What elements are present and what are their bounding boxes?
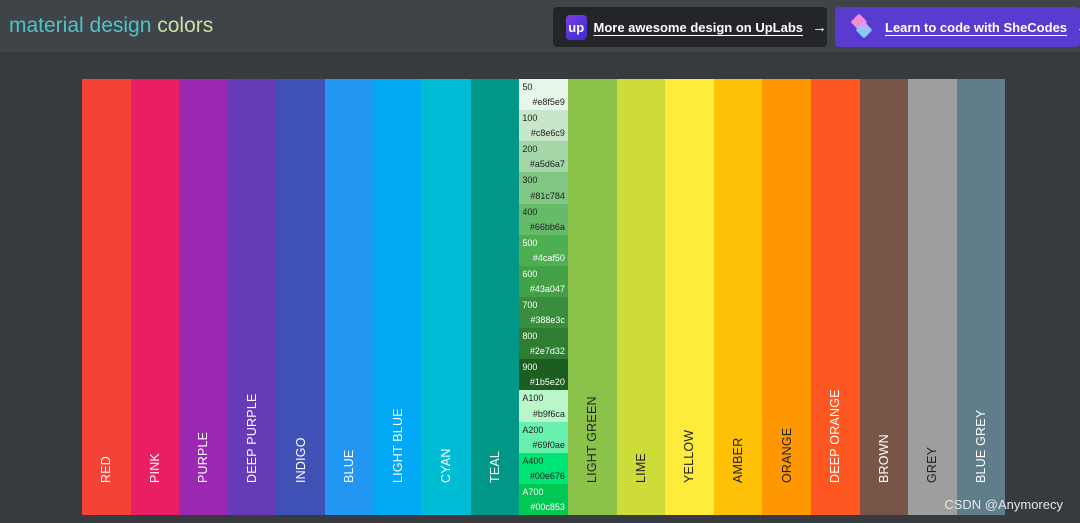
shade-hex: #b9f6ca (532, 408, 565, 419)
shade-swatch[interactable]: A700 #00c853 (519, 483, 568, 515)
top-bar: material design colors up More awesome d… (0, 0, 1080, 52)
arrow-right-icon: → (1076, 19, 1080, 36)
shade-swatch[interactable]: 400 #66bb6a (519, 203, 568, 235)
color-column-blue-grey[interactable]: BLUE GREY (956, 79, 1006, 515)
color-column-teal[interactable]: TEAL (470, 79, 520, 515)
shade-swatch[interactable]: 900 #1b5e20 (519, 359, 568, 391)
color-column-lime[interactable]: LIME (616, 79, 666, 515)
arrow-right-icon: → (812, 18, 827, 36)
color-column-yellow[interactable]: YELLOW (665, 79, 714, 515)
color-column-deep-orange[interactable]: DEEP ORANGE (810, 79, 860, 515)
shade-hex: #66bb6a (529, 221, 565, 232)
color-column-light-blue[interactable]: LIGHT BLUE (373, 79, 423, 515)
shade-hex: #43a047 (529, 283, 565, 294)
color-column-label: RED (99, 456, 114, 483)
title-part-colors: colors (157, 14, 214, 37)
shade-swatch[interactable]: A100 #b9f6ca (519, 390, 568, 422)
color-column-red[interactable]: RED (82, 79, 131, 515)
watermark: CSDN @Anymorecy (944, 497, 1063, 512)
color-column-brown[interactable]: BROWN (859, 79, 909, 515)
color-column-orange[interactable]: ORANGE (762, 79, 811, 515)
title-part-material-design: material design (9, 14, 152, 37)
shade-hex: #388e3c (530, 315, 565, 326)
shade-swatch[interactable]: 200 #a5d6a7 (519, 141, 568, 173)
shade-swatch[interactable]: 600 #43a047 (519, 265, 568, 297)
shade-name: 700 (522, 299, 538, 310)
shade-swatch[interactable]: 500 #4caf50 (519, 234, 568, 266)
uplabs-button-label: More awesome design on UpLabs (593, 19, 804, 35)
shade-hex: #e8f5e9 (532, 97, 565, 108)
shade-name: 900 (522, 362, 538, 373)
color-column-light-green[interactable]: LIGHT GREEN (567, 79, 617, 515)
color-column-indigo[interactable]: INDIGO (276, 79, 325, 515)
color-column-label: BLUE GREY (973, 409, 988, 483)
shecodes-logo-icon (849, 14, 875, 40)
color-palette: RED PINK PURPLE DEEP PURPLE INDIGO BLUE LIGHT … (82, 79, 1006, 515)
color-column-purple[interactable]: PURPLE (179, 79, 228, 515)
shade-name: A400 (522, 455, 544, 466)
shade-name: 300 (522, 175, 538, 186)
shade-name: 200 (522, 144, 538, 155)
color-column-pink[interactable]: PINK (130, 79, 180, 515)
shade-hex: #4caf50 (532, 252, 565, 263)
color-column-label: ORANGE (779, 427, 794, 483)
color-column-label: DEEP ORANGE (828, 389, 843, 483)
color-column-label: YELLOW (682, 429, 697, 483)
shade-swatch[interactable]: 800 #2e7d32 (519, 328, 568, 360)
color-column-label: BROWN (876, 434, 891, 483)
color-column-label: AMBER (731, 437, 746, 483)
shade-swatch[interactable]: 100 #c8e6c9 (519, 110, 568, 142)
color-column-amber[interactable]: AMBER (713, 79, 763, 515)
shade-name: 600 (522, 268, 538, 279)
shade-name: 800 (522, 331, 538, 342)
color-column-label: LIGHT BLUE (390, 408, 405, 483)
shade-swatch[interactable]: 700 #388e3c (519, 296, 568, 329)
shade-name: 500 (522, 237, 538, 248)
color-column-label: LIGHT GREEN (585, 396, 600, 483)
shade-hex: #69f0ae (532, 439, 565, 450)
shecodes-button-label: Learn to code with SheCodes (885, 19, 1068, 35)
shade-name: 100 (522, 113, 538, 124)
shade-hex: #00e676 (529, 470, 565, 481)
page-title: material design colors (9, 14, 213, 38)
shade-swatch[interactable]: 300 #81c784 (519, 172, 568, 204)
shade-name: 400 (522, 206, 538, 217)
shade-name: A200 (522, 424, 544, 435)
shade-hex: #c8e6c9 (530, 128, 565, 139)
color-column-label: LIME (633, 453, 648, 483)
shade-hex: #a5d6a7 (529, 159, 565, 170)
shade-hex: #81c784 (530, 190, 565, 201)
shade-name: A100 (522, 393, 544, 404)
shade-name: A700 (522, 486, 544, 497)
color-column-green[interactable]: 50 #e8f5e9 100 #c8e6c9 200 #a5d6a7 300 #81c784 4… (519, 79, 568, 515)
color-column-label: INDIGO (293, 437, 308, 483)
color-column-label: GREY (925, 446, 940, 483)
color-column-label: BLUE (342, 449, 357, 483)
color-column-label: CYAN (439, 448, 454, 483)
color-column-deep-purple[interactable]: DEEP PURPLE (227, 79, 277, 515)
shade-hex: #2e7d32 (529, 346, 565, 357)
shade-swatch[interactable]: A400 #00e676 (519, 452, 568, 484)
shade-name: 50 (522, 82, 533, 92)
uplabs-logo-icon: up (566, 14, 587, 40)
uplabs-button[interactable]: up More awesome design on UpLabs → (553, 7, 827, 47)
shecodes-button[interactable]: Learn to code with SheCodes → (835, 7, 1080, 47)
shade-hex: #1b5e20 (529, 377, 565, 388)
shade-swatch[interactable]: 50 #e8f5e9 (519, 79, 568, 111)
shade-swatch[interactable]: A200 #69f0ae (519, 421, 568, 453)
color-column-grey[interactable]: GREY (908, 79, 957, 515)
shade-hex: #00c853 (530, 501, 565, 512)
color-column-label: TEAL (488, 450, 503, 483)
color-column-label: PINK (147, 453, 162, 483)
color-column-blue[interactable]: BLUE (324, 79, 374, 515)
color-column-cyan[interactable]: CYAN (422, 79, 471, 515)
color-column-label: DEEP PURPLE (245, 393, 260, 483)
color-column-label: PURPLE (196, 431, 211, 483)
